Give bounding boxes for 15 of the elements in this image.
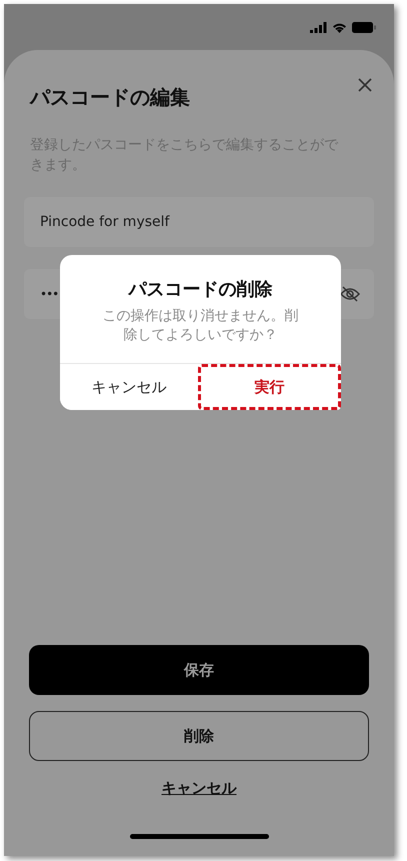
eye-off-icon[interactable] — [340, 286, 360, 302]
name-field[interactable]: Pincode for myself — [24, 197, 374, 247]
confirm-button[interactable]: 実行 — [198, 364, 341, 410]
battery-icon — [352, 22, 376, 32]
cancel-link[interactable]: キャンセル — [162, 779, 236, 798]
dialog-title: パスコードの削除 — [128, 278, 272, 301]
field-value: Pincode for myself — [40, 214, 170, 230]
save-button[interactable]: 保存 — [29, 645, 369, 695]
sheet-title: パスコードの編集 — [30, 84, 190, 111]
dialog-message: この操作は取り消せません。削除してよろしいですか？ — [102, 307, 300, 345]
field-value: ••• — [40, 287, 58, 301]
close-button[interactable] — [358, 78, 372, 92]
signal-icon — [310, 22, 327, 32]
delete-button[interactable]: 削除 — [29, 711, 369, 761]
wifi-icon — [332, 22, 347, 32]
